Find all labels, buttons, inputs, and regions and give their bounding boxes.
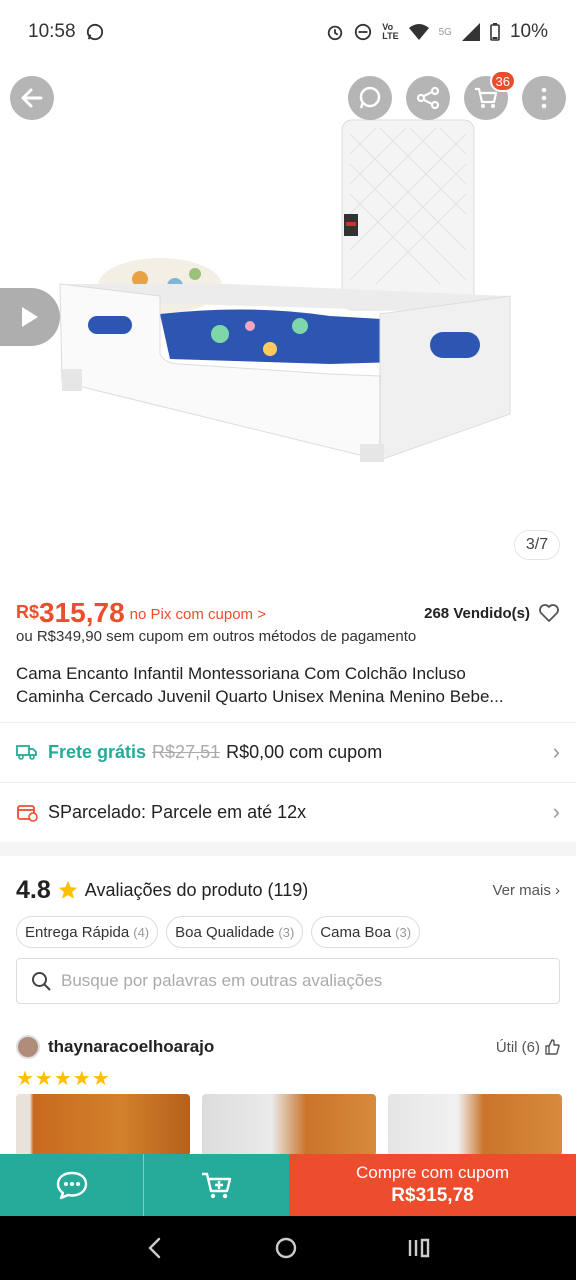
add-to-cart-icon — [201, 1172, 231, 1199]
sold-count-group: 268 Vendido(s) — [424, 603, 560, 623]
product-image-gallery[interactable]: 36 3/7 — [0, 64, 576, 584]
play-icon — [22, 307, 38, 327]
more-vertical-icon — [541, 87, 547, 109]
chip-boa-qualidade[interactable]: Boa Qualidade (3) — [166, 916, 304, 948]
reviews-header: 4.8 Avaliações do produto (119) Ver mais… — [16, 870, 560, 910]
review-photo[interactable] — [202, 1094, 376, 1156]
heart-icon[interactable] — [538, 603, 560, 623]
chip-label: Boa Qualidade — [175, 923, 275, 941]
chip-cama-boa[interactable]: Cama Boa (3) — [311, 916, 421, 948]
chip-entrega-rapida[interactable]: Entrega Rápida (4) — [16, 916, 159, 948]
chevron-right-icon: › — [552, 799, 560, 824]
review-photo[interactable] — [16, 1094, 190, 1156]
product-title-line1: Cama Encanto Infantil Montessoriana Com … — [16, 664, 466, 683]
price-currency: R$ — [16, 602, 40, 622]
cart-button[interactable]: 36 — [464, 70, 516, 120]
shipping-new-price: R$0,00 com cupom — [226, 741, 383, 762]
see-more-link[interactable]: Ver mais › — [492, 882, 560, 899]
installments-row[interactable]: SParcelado: Parcele em até 12x › — [16, 783, 560, 841]
whatsapp-share-button[interactable] — [348, 76, 392, 120]
cart-count-badge: 36 — [489, 70, 516, 92]
nav-recents-icon[interactable] — [407, 1237, 431, 1259]
pix-coupon-link[interactable]: no Pix com cupom > — [130, 606, 266, 623]
product-image — [59, 119, 511, 462]
network-type: 5G — [438, 26, 452, 38]
search-icon — [32, 972, 51, 991]
reviews-title: Avaliações do produto (119) — [84, 879, 309, 900]
useful-count: Útil (6) — [495, 1038, 540, 1056]
shipping-row[interactable]: Frete grátis R$27,51 R$0,00 com cupom › — [16, 723, 560, 781]
product-title-line2: Caminha Cercado Juvenil Quarto Unisex Me… — [16, 687, 504, 706]
system-navigation-bar — [0, 1216, 576, 1280]
star-icon — [58, 880, 77, 899]
add-to-cart-button[interactable] — [144, 1154, 289, 1216]
chip-count: (3) — [395, 924, 412, 940]
wifi-icon — [408, 24, 429, 40]
review-stars: ★★★★★ — [16, 1068, 111, 1090]
see-more-label: Ver mais — [492, 881, 551, 899]
alternative-price: ou R$349,90 sem cupom em outros métodos … — [16, 628, 417, 645]
bottom-action-bar: Compre com cupom R$315,78 — [0, 1154, 576, 1216]
chip-label: Entrega Rápida — [25, 923, 130, 941]
review-tag-chips: Entrega Rápida (4) Boa Qualidade (3) Cam… — [16, 916, 421, 948]
signal-icon — [461, 23, 480, 41]
status-bar: 10:58 Vo LTE 5G 10% — [0, 0, 576, 64]
share-icon — [416, 86, 440, 110]
chevron-right-icon: › — [552, 739, 560, 764]
do-not-disturb-icon — [354, 23, 372, 41]
share-button[interactable] — [406, 76, 450, 120]
product-title[interactable]: Cama Encanto Infantil Montessoriana Com … — [16, 662, 560, 708]
shipping-old-price: R$27,51 — [152, 741, 221, 762]
battery-level: 10% — [509, 21, 548, 42]
buy-button-label: Compre com cupom — [355, 1163, 510, 1182]
free-shipping-label: Frete grátis — [48, 741, 147, 762]
arrow-left-icon — [21, 88, 43, 108]
review-photos — [16, 1094, 562, 1156]
installments-icon — [17, 805, 38, 822]
whatsapp-icon — [359, 86, 381, 109]
clock: 10:58 — [28, 21, 76, 42]
buy-button-price: R$315,78 — [391, 1185, 474, 1206]
whatsapp-notification-icon — [86, 23, 104, 41]
review-author-row: thaynaracoelhoarajo Útil (6) — [16, 1032, 560, 1062]
chat-button[interactable] — [0, 1154, 144, 1216]
chip-count: (4) — [133, 924, 150, 940]
volte-icon: Vo LTE — [382, 22, 399, 41]
reviewer-name: thaynaracoelhoarajo — [48, 1037, 215, 1056]
useful-button[interactable]: Útil (6) — [496, 1039, 560, 1056]
review-search-input[interactable] — [61, 971, 541, 991]
nav-home-icon[interactable] — [274, 1236, 298, 1260]
play-video-button[interactable] — [0, 288, 60, 346]
chat-icon — [56, 1171, 87, 1200]
buy-with-coupon-button[interactable]: Compre com cupom R$315,78 — [289, 1154, 576, 1216]
installments-label: SParcelado: Parcele em até 12x — [48, 801, 307, 822]
back-button[interactable] — [10, 76, 54, 120]
price-value: 315,78 — [39, 597, 125, 628]
image-counter: 3/7 — [514, 530, 560, 560]
price-row: R$ 315,78 no Pix com cupom > 268 Vendido… — [16, 592, 560, 628]
review-search-box[interactable] — [16, 958, 560, 1004]
chevron-right-icon: › — [555, 881, 560, 899]
section-separator — [0, 842, 576, 856]
chip-label: Cama Boa — [320, 923, 392, 941]
truck-icon — [16, 745, 37, 760]
rating-value: 4.8 — [16, 875, 51, 904]
avatar — [16, 1035, 40, 1059]
battery-icon — [490, 23, 500, 41]
nav-back-icon[interactable] — [145, 1237, 165, 1259]
thumbs-up-icon — [545, 1039, 560, 1055]
alarm-icon — [326, 23, 344, 41]
review-photo[interactable] — [388, 1094, 562, 1156]
chip-count: (3) — [278, 924, 295, 940]
more-options-button[interactable] — [522, 76, 566, 120]
sold-count: 268 Vendido(s) — [424, 604, 530, 622]
